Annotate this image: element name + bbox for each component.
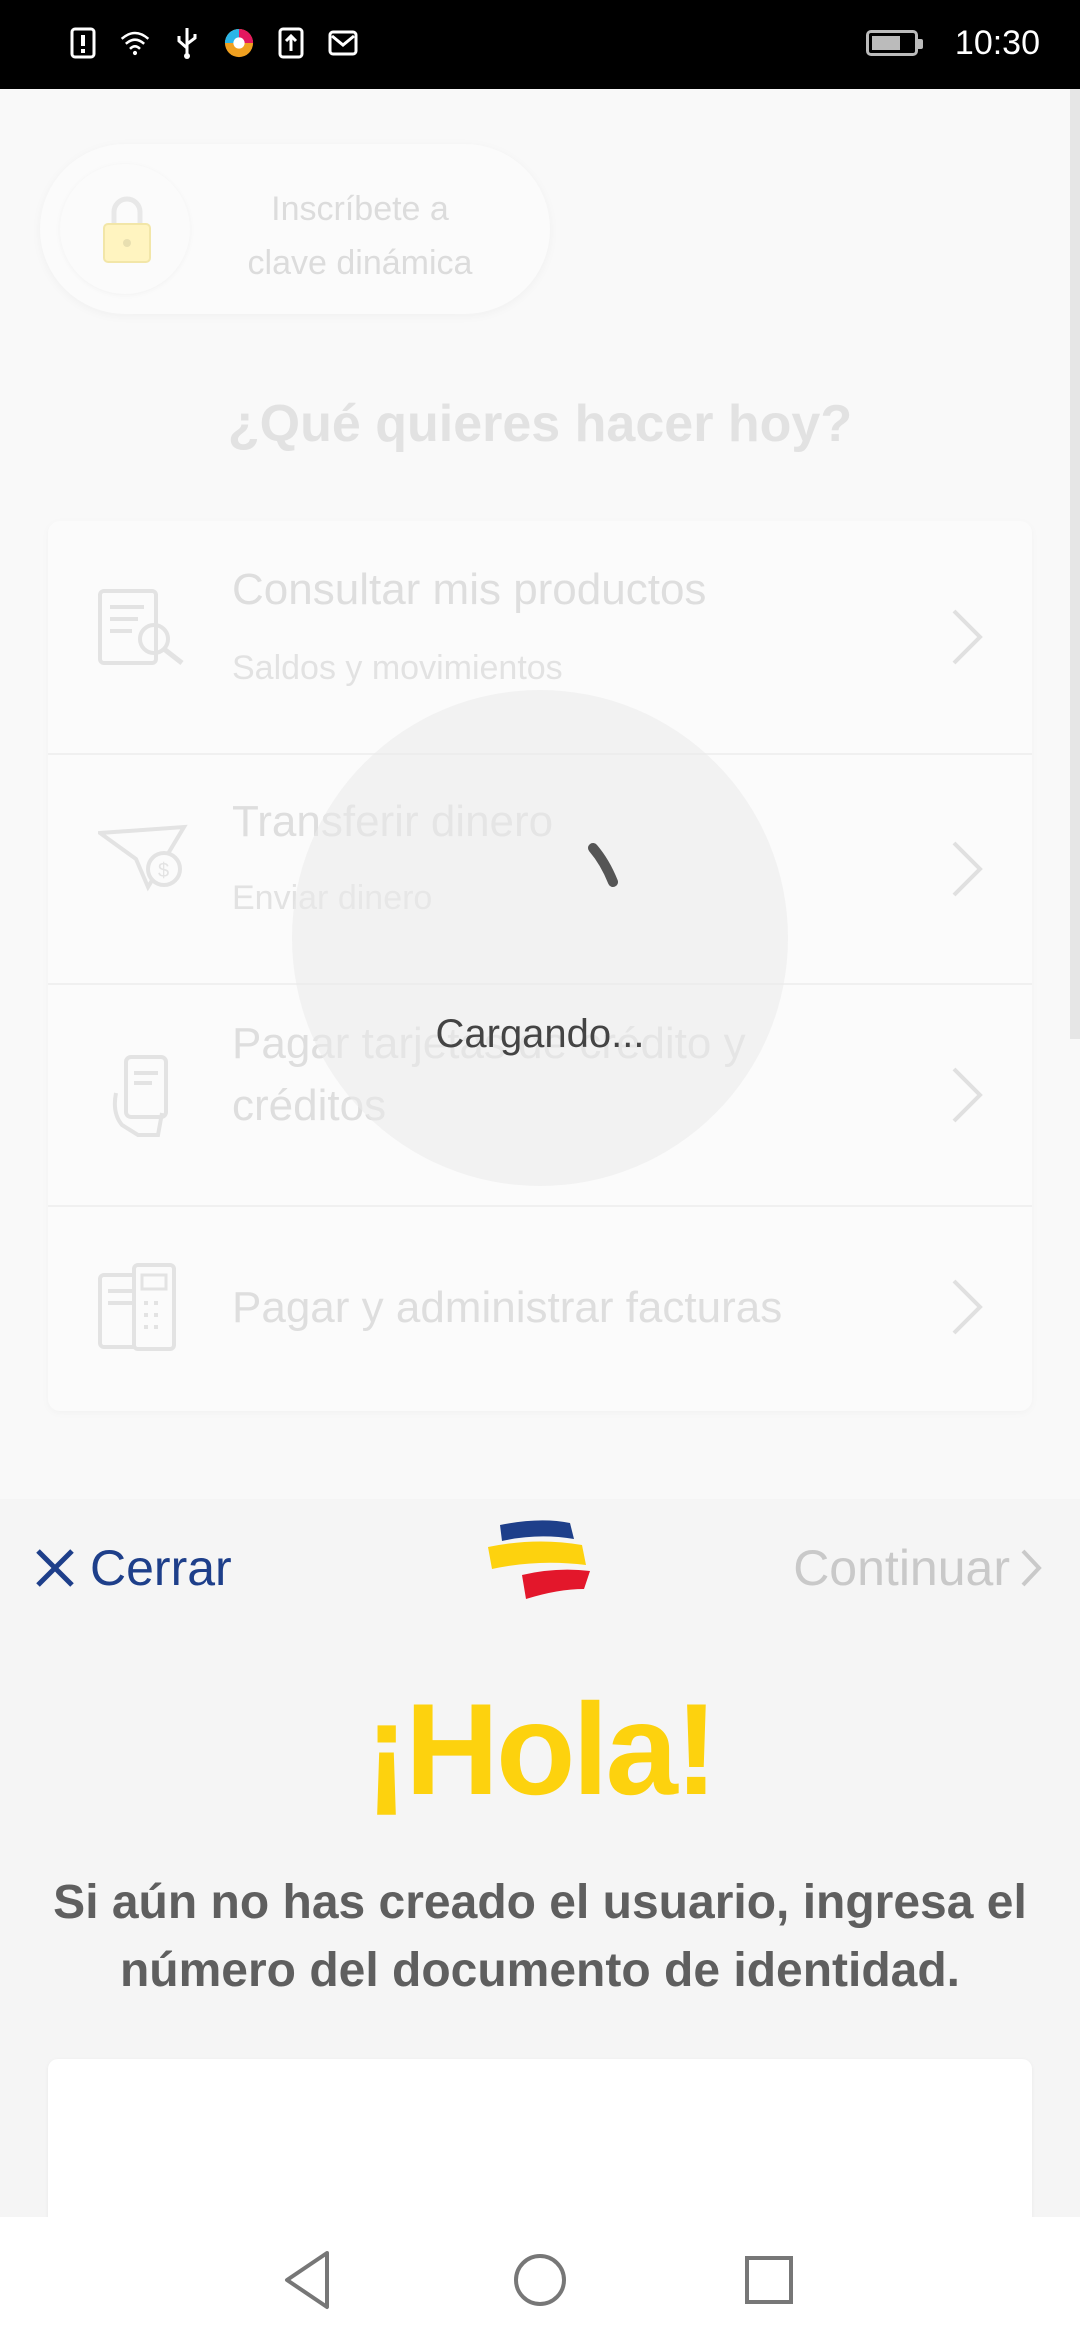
mail-icon xyxy=(328,26,358,60)
loading-overlay xyxy=(292,690,788,1186)
app-icon xyxy=(224,26,254,60)
lock-icon xyxy=(103,196,151,263)
continue-button[interactable]: Continuar xyxy=(793,1539,1042,1597)
document-search-icon xyxy=(98,589,184,665)
navigation-bar xyxy=(0,2217,1080,2340)
close-label: Cerrar xyxy=(90,1540,232,1596)
svg-text:$: $ xyxy=(158,860,169,882)
home-icon[interactable] xyxy=(505,2245,575,2315)
usb-icon xyxy=(172,26,202,60)
status-time: 10:30 xyxy=(954,24,1040,62)
greeting-title: ¡Hola! xyxy=(364,1676,718,1822)
login-sheet: Cerrar Continuar ¡Hola! Si aún no has cr… xyxy=(0,1499,1080,2249)
status-bar: 10:30 xyxy=(0,0,1080,89)
menu-item-pagar-facturas[interactable]: Pagar y administrar facturas xyxy=(48,1205,1032,1411)
wifi-icon xyxy=(120,26,150,60)
spinner-icon xyxy=(588,843,618,887)
instructions-text: Si aún no has creado el usuario, ingresa… xyxy=(53,1876,1027,1997)
close-button[interactable]: Cerrar xyxy=(34,1539,232,1597)
chevron-right-icon xyxy=(1021,1549,1042,1587)
menu-item-subtitle: Saldos y movimientos xyxy=(232,649,563,687)
chevron-right-icon xyxy=(952,609,983,665)
hand-card-icon xyxy=(112,1055,168,1137)
continue-label: Continuar xyxy=(793,1540,1010,1596)
page-question: ¿Qué quieres hacer hoy? xyxy=(227,395,853,453)
recents-icon[interactable] xyxy=(734,2245,804,2315)
chevron-right-icon xyxy=(952,1279,983,1335)
enroll-label: Inscríbete a clave dinámica xyxy=(247,190,473,282)
back-icon[interactable] xyxy=(273,2245,343,2315)
alert-icon xyxy=(68,26,98,60)
status-icons xyxy=(68,26,358,60)
lock-circle xyxy=(60,164,190,294)
scrollbar[interactable] xyxy=(1070,89,1080,1039)
chevron-right-icon xyxy=(952,1067,983,1123)
close-icon xyxy=(36,1549,74,1587)
bank-logo-icon xyxy=(488,1520,590,1599)
bill-calculator-icon xyxy=(98,1263,176,1351)
battery-icon xyxy=(866,30,923,56)
chevron-right-icon xyxy=(952,841,983,897)
menu-item-title: Consultar mis productos xyxy=(232,565,707,614)
menu-item-title: Pagar y administrar facturas xyxy=(232,1283,783,1332)
upload-icon xyxy=(276,26,306,60)
loading-text: Cargando... xyxy=(435,1012,645,1056)
paper-plane-money-icon: $ xyxy=(98,824,188,892)
enroll-dynamic-key-card[interactable]: Inscríbete a clave dinámica xyxy=(40,144,550,314)
